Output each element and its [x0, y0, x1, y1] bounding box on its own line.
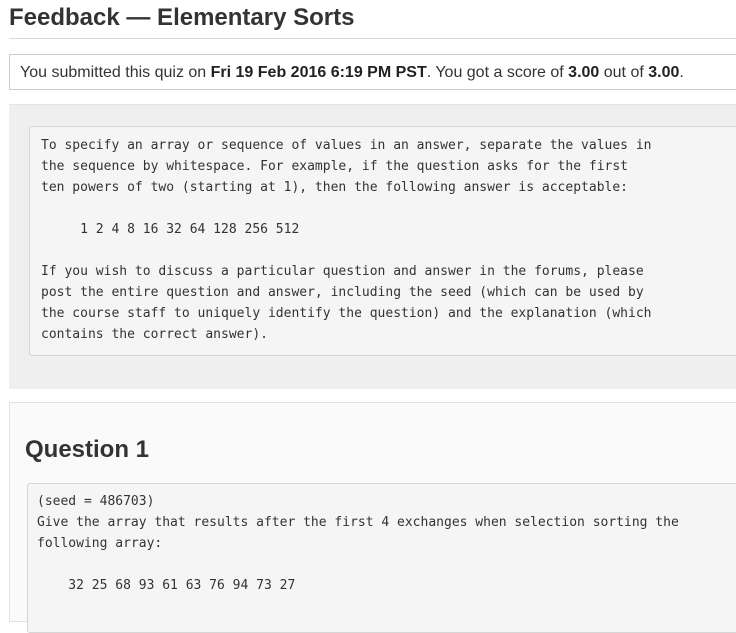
instructions-line: contains the correct answer).: [41, 327, 268, 342]
instructions-line: To specify an array or sequence of value…: [41, 138, 652, 153]
question-prompt: following array:: [37, 536, 163, 551]
score-middle: . You got a score of: [426, 64, 569, 81]
question-heading: Question 1: [25, 436, 150, 463]
page-title: Feedback — Elementary Sorts: [9, 4, 355, 31]
question-1-panel: Question 1 (seed = 486703) Give the arra…: [9, 402, 736, 633]
score-summary: You submitted this quiz on Fri 19 Feb 20…: [9, 54, 736, 90]
submission-date: Fri 19 Feb 2016 6:19 PM PST: [210, 64, 427, 81]
instructions-box: To specify an array or sequence of value…: [29, 126, 736, 356]
question-text-box: (seed = 486703) Give the array that resu…: [27, 483, 736, 633]
instructions-line: the course staff to uniquely identify th…: [41, 306, 652, 321]
title-divider: [9, 38, 736, 39]
question-prompt: Give the array that results after the fi…: [37, 515, 679, 530]
instructions-line: post the entire question and answer, inc…: [41, 285, 644, 300]
question-array: 32 25 68 93 61 63 76 94 73 27: [37, 578, 296, 593]
score-max: 3.00: [648, 64, 680, 81]
instructions-line: ten powers of two (starting at 1), then …: [41, 180, 628, 195]
example-answer: 1 2 4 8 16 32 64 128 256 512: [41, 222, 300, 237]
score-prefix: You submitted this quiz on: [20, 64, 211, 81]
question-seed: (seed = 486703): [37, 494, 155, 509]
score-suffix: .: [679, 64, 684, 81]
score-value: 3.00: [568, 64, 600, 81]
instructions-panel: To specify an array or sequence of value…: [9, 104, 736, 389]
instructions-line: the sequence by whitespace. For example,…: [41, 159, 628, 174]
instructions-line: If you wish to discuss a particular ques…: [41, 264, 644, 279]
score-out-of: out of: [599, 64, 649, 81]
